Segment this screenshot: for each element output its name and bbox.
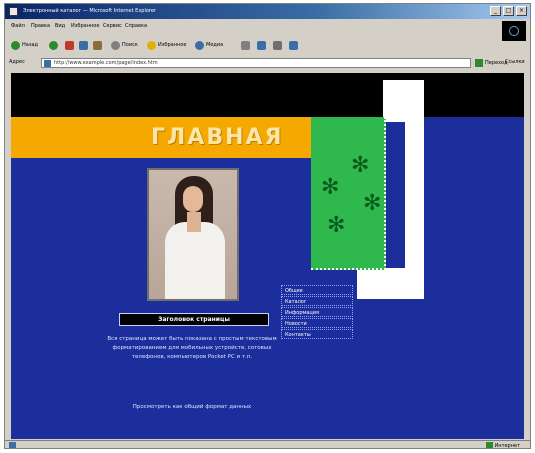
browser-window: Электронный каталог — Microsoft Internet… [4, 3, 531, 449]
page-title: ГЛАВНАЯ [151, 125, 284, 150]
vertical-scrollbar[interactable] [524, 73, 530, 439]
refresh-button[interactable] [79, 40, 88, 50]
green-panel: ✻ ✻ ✻ ✻ [311, 117, 386, 270]
back-arrow-icon [11, 40, 20, 50]
portrait-photo [147, 168, 239, 301]
security-zone: Интернет [485, 442, 520, 448]
nav-item-catalog[interactable]: Каталог [281, 296, 353, 306]
print-icon [273, 40, 282, 50]
go-arrow-icon [475, 59, 483, 67]
forward-button[interactable] [49, 40, 58, 50]
window-title: Электронный каталог — Microsoft Internet… [23, 8, 156, 14]
page-icon [44, 60, 51, 67]
menu-help[interactable]: Справка [125, 23, 147, 29]
page-viewport: ✻ ✻ ✻ ✻ ГЛАВНАЯ Общее Каталог Информация… [11, 73, 527, 439]
forward-arrow-icon [49, 40, 58, 50]
search-icon [111, 40, 120, 50]
favorites-button[interactable]: Избранное [147, 40, 186, 50]
menu-view[interactable]: Вид [55, 23, 65, 29]
white-bottom-block [357, 268, 424, 299]
menu-file[interactable]: Файл [11, 23, 25, 29]
status-page-icon [9, 442, 16, 448]
toolbar: Назад Поиск Избранное Медиа [5, 36, 530, 54]
header-band [11, 73, 527, 117]
white-block [383, 80, 424, 122]
address-label: Адрес [9, 59, 25, 65]
menu-favorites[interactable]: Избранное [71, 23, 99, 29]
home-button[interactable] [93, 40, 102, 50]
history-button[interactable] [241, 40, 250, 50]
edit-button[interactable] [289, 40, 298, 50]
snowflake-icon: ✻ [351, 153, 370, 178]
minimize-button[interactable]: _ [490, 6, 501, 16]
status-bar: Интернет [5, 440, 530, 448]
home-icon [93, 40, 102, 50]
menu-bar: Файл Правка Вид Избранное Сервис Справка [5, 21, 530, 34]
nav-item-general[interactable]: Общее [281, 285, 353, 295]
nav-menu: Общее Каталог Информация Новости Контакт… [281, 285, 353, 340]
mail-icon [257, 40, 266, 50]
mail-button[interactable] [257, 40, 266, 50]
edit-icon [289, 40, 298, 50]
back-button[interactable]: Назад [11, 40, 38, 50]
globe-icon [485, 442, 493, 448]
star-icon [147, 40, 156, 50]
address-input[interactable]: http://www.example.com/page/index.htm [41, 58, 471, 68]
address-url: http://www.example.com/page/index.htm [54, 60, 158, 66]
browser-icon [9, 7, 18, 16]
close-button[interactable]: × [516, 6, 527, 16]
body-paragraph: Вся страница может быть показана с прост… [107, 336, 277, 360]
nav-item-news[interactable]: Новости [281, 318, 353, 328]
stop-button[interactable] [65, 40, 74, 50]
stop-icon [65, 40, 74, 50]
menu-edit[interactable]: Правка [31, 23, 50, 29]
history-icon [241, 40, 250, 50]
window-controls: _ □ × [490, 6, 527, 16]
nav-item-info[interactable]: Информация [281, 307, 353, 317]
nav-item-contacts[interactable]: Контакты [281, 329, 353, 339]
links-button[interactable]: Ссылки [505, 59, 525, 65]
title-bar: Электронный каталог — Microsoft Internet… [5, 4, 530, 19]
snowflake-icon: ✻ [363, 191, 382, 216]
section-heading: Заголовок страницы [119, 313, 269, 326]
snowflake-icon: ✻ [327, 213, 346, 238]
refresh-icon [79, 40, 88, 50]
print-button[interactable] [273, 40, 282, 50]
menu-tools[interactable]: Сервис [103, 23, 122, 29]
maximize-button[interactable]: □ [503, 6, 514, 16]
media-button[interactable]: Медиа [195, 40, 223, 50]
media-icon [195, 40, 204, 50]
go-button[interactable]: Переход [475, 58, 508, 68]
snowflake-icon: ✻ [321, 175, 340, 200]
address-bar: Адрес http://www.example.com/page/index.… [5, 56, 530, 70]
search-button[interactable]: Поиск [111, 40, 138, 50]
body-paragraph-2: Просмотреть как общий формат данных [132, 404, 252, 410]
